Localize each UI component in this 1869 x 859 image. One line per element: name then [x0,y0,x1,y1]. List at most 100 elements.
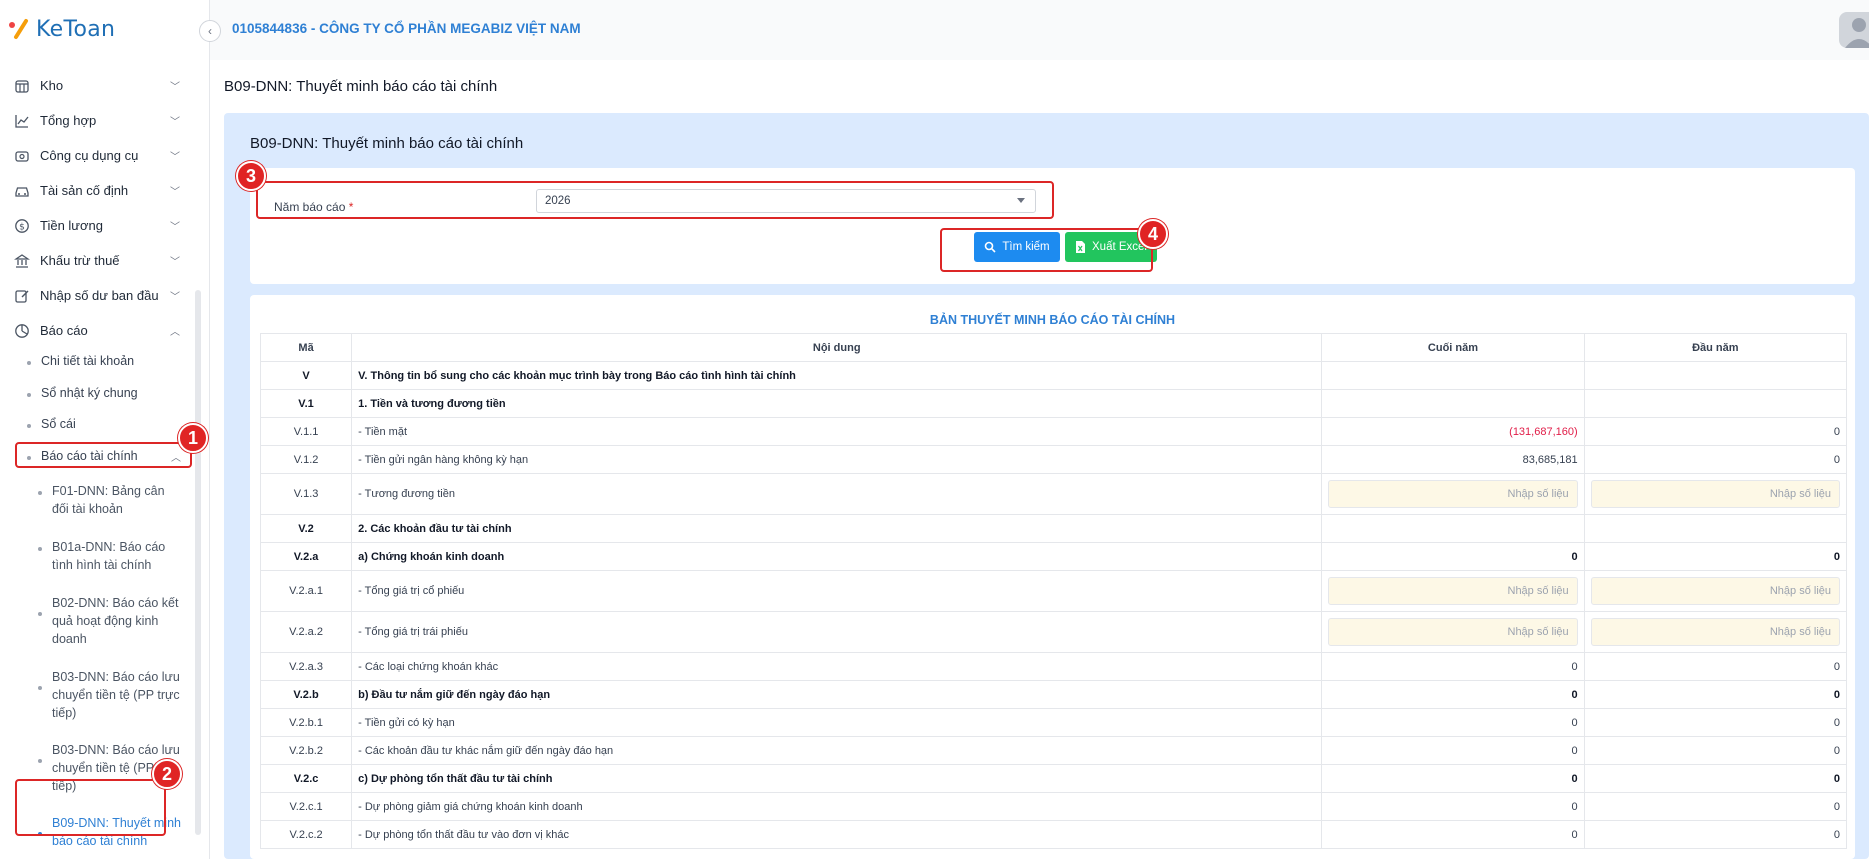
collapse-sidebar-button[interactable]: ‹ [199,20,221,42]
annotation-box-1 [15,442,192,468]
sidebar-item-label: Khấu trừ thuế [40,253,120,268]
sidebar-report-label: B03-DNN: Báo cáo lưu chuyển tiền tệ (PP … [52,670,180,720]
sidebar-item-kho[interactable]: Kho ﹀ [0,68,200,103]
report-table: Mã Nội dung Cuối năm Đầu năm V V. Thông t… [259,333,1848,849]
cell-noi-dung: - Dự phòng giảm giá chứng khoán kinh doa… [351,792,1323,821]
cell-dau-nam: 0 [1583,417,1848,446]
sidebar-item-tong-hop[interactable]: Tổng hợp ﹀ [0,103,200,138]
table-row: V.2.c.1- Dự phòng giảm giá chứng khoán k… [259,792,1848,821]
sidebar-subitem-label: Sổ nhật ký chung [41,386,138,400]
sidebar-item-cong-cu-dung-cu[interactable]: Công cụ dụng cụ ﹀ [0,138,200,173]
cell-dau-nam: 0 [1583,820,1848,849]
sidebar-item-khau-tru-thue[interactable]: Khấu trừ thuế ﹀ [0,243,200,278]
logo-text: KeToan [36,16,116,42]
cell-cuoi-nam [1321,514,1585,543]
bullet-dot [27,361,31,365]
amount-input-cuoi-nam[interactable]: Nhập số liệu [1328,618,1578,646]
sidebar-item-label: Tài sản cố định [40,183,129,198]
amount-input-dau-nam[interactable]: Nhập số liệu [1590,480,1840,508]
cell-ma: V.2.a.3 [259,652,353,681]
sidebar-item-label: Kho [40,78,64,93]
cell-ma: V.2.c [259,764,353,793]
topbar: 0105844836 - CÔNG TY CỔ PHẦN MEGABIZ VIỆ… [210,0,1869,60]
chevron-down-icon: ﹀ [170,187,180,198]
chevron-up-icon: ︿ [170,327,180,338]
cell-cuoi-nam: 0 [1321,820,1585,849]
table-row: V.1.3- Tương đương tiền Nhập số liệu Nhập … [259,473,1848,515]
sidebar-item-gia-thanh[interactable]: Giá thành [0,853,200,859]
bullet-dot [38,759,42,763]
sidebar-subitem-so-cai[interactable]: Sổ cái [27,417,76,431]
amount-input-cuoi-nam[interactable]: Nhập số liệu [1328,480,1578,508]
cell-dau-nam: 0 [1583,542,1848,571]
sidebar-item-tien-luong[interactable]: $ Tiền lương ﹀ [0,208,200,243]
table-row: V.2.c.2- Dự phòng tổn thất đầu tư vào đơ… [259,820,1848,849]
chevron-down-icon: ﹀ [170,292,180,303]
sidebar-report-b02[interactable]: B02-DNN: Báo cáo kết quả hoạt động kinh … [38,594,182,648]
cell-noi-dung: 2. Các khoản đầu tư tài chính [351,514,1323,543]
page-title: B09-DNN: Thuyết minh báo cáo tài chính [224,78,498,95]
bullet-dot [38,491,42,495]
chevron-left-icon: ‹ [208,24,212,38]
sidebar-item-bao-cao[interactable]: Báo cáo ︿ [0,313,200,348]
amount-input-dau-nam[interactable]: Nhập số liệu [1590,577,1840,605]
cell-dau-nam [1583,361,1848,390]
table-row: V.2.b b) Đầu tư nắm giữ đến ngày đáo hạn 0… [259,680,1848,709]
main-content: B09-DNN: Thuyết minh báo cáo tài chính B… [210,60,1869,859]
amount-input-cuoi-nam[interactable]: Nhập số liệu [1328,577,1578,605]
sidebar-report-b01a[interactable]: B01a-DNN: Báo cáo tình hình tài chính [38,538,182,574]
table-row: V.2 2. Các khoản đầu tư tài chính [259,514,1848,543]
cell-dau-nam: 0 [1583,445,1848,474]
cell-ma: V.1.1 [259,417,353,446]
cell-dau-nam: 0 [1583,680,1848,709]
annotation-box-3 [256,181,1054,219]
cell-dau-nam: 0 [1583,764,1848,793]
sidebar-report-label: F01-DNN: Bảng cân đối tài khoản [52,484,165,516]
cell-ma: V.1 [259,389,353,418]
sidebar-report-b03-truc-tiep[interactable]: B03-DNN: Báo cáo lưu chuyển tiền tệ (PP … [38,668,182,722]
table-row: V.2.a.3- Các loại chứng khoán khác 0 0 [259,652,1848,681]
cell-ma: V.1.2 [259,445,353,474]
chevron-down-icon: ﹀ [170,82,180,93]
cell-noi-dung: - Các khoản đầu tư khác nắm giữ đến ngày… [351,736,1323,765]
sidebar-item-label: Tổng hợp [40,113,97,128]
sidebar-item-nhap-so-du-ban-dau[interactable]: Nhập số dư ban đầu ﹀ [0,278,200,313]
cell-cuoi-nam: 0 [1321,708,1585,737]
cell-cuoi-nam [1321,389,1585,418]
cell-noi-dung: V. Thông tin bổ sung cho các khoản mục t… [351,361,1323,390]
table-title: BẢN THUYẾT MINH BÁO CÁO TÀI CHÍNH [929,313,1176,327]
logo-mark-icon [8,17,32,41]
amount-input-dau-nam[interactable]: Nhập số liệu [1590,618,1840,646]
app-logo[interactable]: KeToan [8,14,115,44]
cell-noi-dung: c) Dự phòng tổn thất đầu tư tài chính [351,764,1323,793]
sidebar-subitem-chi-tiet-tai-khoan[interactable]: Chi tiết tài khoản [27,354,135,368]
cell-cuoi-nam: 83,685,181 [1321,445,1585,474]
cell-cuoi-nam [1321,361,1585,390]
cell-ma: V.2.a.2 [259,611,353,653]
table-row: V.1.2- Tiền gửi ngân hàng không kỳ hạn 83… [259,445,1848,474]
table-row: V.2.b.1- Tiền gửi có kỳ hạn 0 0 [259,708,1848,737]
cell-cuoi-nam: Nhập số liệu [1321,570,1585,612]
table-row: V.2.a.2- Tổng giá trị trái phiếu Nhập số … [259,611,1848,653]
sidebar-item-label: Tiền lương [40,218,103,233]
cell-dau-nam: Nhập số liệu [1583,473,1848,515]
table-header-row: Mã Nội dung Cuối năm Đầu năm [259,333,1848,362]
dollar-icon: $ [14,218,30,234]
table-row: V V. Thông tin bổ sung cho các khoản mục … [259,361,1848,390]
sidebar-item-label: Báo cáo [40,323,88,338]
sidebar-scrollbar[interactable] [195,290,201,835]
car-icon [14,183,30,199]
sidebar-subitem-so-nhat-ky-chung[interactable]: Sổ nhật ký chung [27,386,138,400]
sidebar-subitem-label: Chi tiết tài khoản [41,354,135,368]
user-avatar[interactable] [1839,12,1869,48]
company-name: 0105844836 - CÔNG TY CỔ PHẦN MEGABIZ VIỆ… [232,21,581,36]
cell-cuoi-nam: Nhập số liệu [1321,473,1585,515]
sidebar-subitem-label: Sổ cái [41,417,76,431]
table-row: V.2.c c) Dự phòng tổn thất đầu tư tài chí… [259,764,1848,793]
col-header-dau-nam: Đầu năm [1583,333,1848,362]
table-row: V.1 1. Tiền và tương đương tiền [259,389,1848,418]
cell-cuoi-nam: 0 [1321,680,1585,709]
sidebar-item-tai-san-co-dinh[interactable]: Tài sản cố định ﹀ [0,173,200,208]
sidebar-report-f01[interactable]: F01-DNN: Bảng cân đối tài khoản [38,482,182,518]
cell-ma: V.2.b.1 [259,708,353,737]
